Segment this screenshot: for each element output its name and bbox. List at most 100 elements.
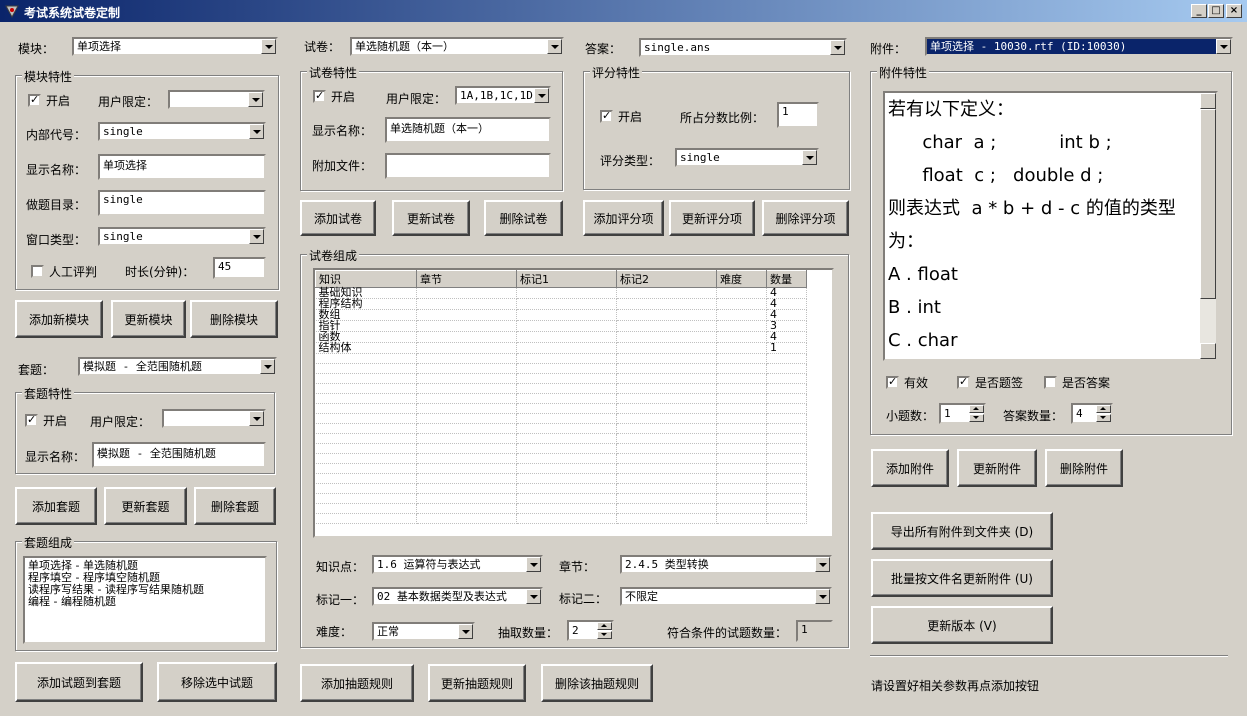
checkbox-box[interactable]: [600, 109, 613, 123]
paper-display-name-input[interactable]: 单选随机题（本一）: [385, 117, 551, 143]
spin-up-icon[interactable]: [1096, 405, 1111, 413]
table-row[interactable]: 数组 4: [315, 309, 807, 321]
batch-update-attachments-button[interactable]: 批量按文件名更新附件 (U): [871, 559, 1053, 597]
knowledge-combo[interactable]: 1.6 运算符与表达式: [372, 555, 543, 574]
column-header[interactable]: 标记1: [516, 270, 617, 288]
update-rule-button[interactable]: 更新抽题规则: [428, 664, 526, 702]
column-header[interactable]: 章节: [416, 270, 517, 288]
delete-module-button[interactable]: 删除模块: [190, 300, 278, 338]
update-paper-button[interactable]: 更新试卷: [392, 200, 470, 236]
spin-down-icon[interactable]: [969, 414, 984, 422]
chevron-down-icon[interactable]: [249, 411, 264, 426]
set-display-name-input[interactable]: 模拟题 - 全范围随机题: [92, 442, 266, 468]
minimize-button[interactable]: _: [1191, 4, 1207, 18]
checkbox-box[interactable]: [25, 413, 38, 427]
chevron-down-icon[interactable]: [526, 557, 541, 572]
set-composition-list[interactable]: 单项选择 - 单选随机题 程序填空 - 程序填空随机题 读程序写结果 - 读程序…: [23, 556, 267, 644]
chevron-down-icon[interactable]: [1216, 39, 1231, 54]
chevron-down-icon[interactable]: [261, 39, 276, 54]
scroll-up-icon[interactable]: [1200, 93, 1216, 109]
paper-user-limit-combo[interactable]: 1A,1B,1C,1D,: [455, 86, 551, 105]
checkbox-box[interactable]: [28, 93, 41, 107]
module-combo[interactable]: 单项选择: [72, 37, 278, 56]
maximize-button[interactable]: □: [1208, 4, 1224, 18]
paper-combo[interactable]: 单选随机题（本一）: [350, 37, 564, 56]
table-row[interactable]: 结构体 1: [315, 342, 807, 354]
score-type-combo[interactable]: single: [675, 148, 819, 167]
scroll-down-icon[interactable]: [1200, 343, 1216, 359]
mark2-combo[interactable]: 不限定: [620, 587, 832, 606]
update-module-button[interactable]: 更新模块: [111, 300, 186, 338]
spin-up-icon[interactable]: [969, 405, 984, 413]
chevron-down-icon[interactable]: [260, 359, 275, 374]
table-row[interactable]: 函数 4: [315, 331, 807, 343]
chevron-down-icon[interactable]: [458, 624, 473, 639]
chevron-down-icon[interactable]: [249, 124, 264, 139]
spin-down-icon[interactable]: [1096, 414, 1111, 422]
list-item[interactable]: 编程 - 编程随机题: [28, 596, 262, 608]
module-enable-checkbox[interactable]: 开启: [28, 92, 70, 109]
add-question-to-set-button[interactable]: 添加试题到套题: [15, 662, 143, 702]
attach-file-input[interactable]: [385, 153, 551, 179]
table-row[interactable]: 基础知识 4: [315, 287, 807, 299]
add-score-item-button[interactable]: 添加评分项: [583, 200, 664, 236]
chevron-down-icon[interactable]: [526, 589, 541, 604]
composition-grid[interactable]: 知识 章节 标记1 标记2 难度 数量 基础知识 4 程序结构 4 数组 4 指针 3 函数 4 结…: [313, 268, 834, 538]
checkbox-box[interactable]: [1044, 376, 1057, 389]
window-type-combo[interactable]: single: [98, 227, 266, 246]
update-set-button[interactable]: 更新套题: [104, 487, 187, 525]
column-header[interactable]: 知识: [315, 270, 417, 288]
valid-checkbox[interactable]: 有效: [886, 374, 928, 391]
difficulty-combo[interactable]: 正常: [372, 622, 475, 641]
add-rule-button[interactable]: 添加抽题规则: [300, 664, 414, 702]
attachment-content-viewer[interactable]: 若有以下定义： char a ; int b ; float c ; doubl…: [883, 91, 1218, 361]
column-header[interactable]: 数量: [766, 270, 807, 288]
remove-question-button[interactable]: 移除选中试题: [157, 662, 277, 702]
attachment-combo[interactable]: 单项选择 - 10030.rtf (ID:10030): [925, 37, 1233, 56]
spin-up-icon[interactable]: [597, 622, 612, 630]
is-answer-checkbox[interactable]: 是否答案: [1044, 374, 1110, 391]
work-dir-input[interactable]: single: [98, 190, 266, 216]
chapter-combo[interactable]: 2.4.5 类型转换: [620, 555, 832, 574]
mark1-combo[interactable]: 02 基本数据类型及表达式: [372, 587, 543, 606]
vertical-scrollbar[interactable]: [1200, 93, 1216, 359]
delete-set-button[interactable]: 删除套题: [194, 487, 276, 525]
answer-combo[interactable]: single.ans: [639, 38, 847, 57]
update-attachment-button[interactable]: 更新附件: [957, 449, 1037, 487]
update-score-item-button[interactable]: 更新评分项: [669, 200, 755, 236]
delete-paper-button[interactable]: 删除试卷: [484, 200, 563, 236]
module-user-limit-combo[interactable]: [168, 90, 265, 109]
chevron-down-icon[interactable]: [815, 589, 830, 604]
chevron-down-icon[interactable]: [249, 229, 264, 244]
draw-count-spinner[interactable]: 2: [567, 620, 614, 641]
set-combo[interactable]: 模拟题 - 全范围随机题: [78, 357, 277, 376]
is-stem-checkbox[interactable]: 是否题签: [957, 374, 1023, 391]
update-version-button[interactable]: 更新版本 (V): [871, 606, 1053, 644]
delete-attachment-button[interactable]: 删除附件: [1045, 449, 1123, 487]
column-header[interactable]: 标记2: [616, 270, 717, 288]
checkbox-box[interactable]: [313, 89, 326, 103]
close-button[interactable]: ×: [1226, 4, 1242, 18]
column-header[interactable]: 难度: [716, 270, 767, 288]
answer-count-spinner[interactable]: 4: [1071, 403, 1113, 424]
paper-enable-checkbox[interactable]: 开启: [313, 88, 355, 105]
chevron-down-icon[interactable]: [534, 88, 549, 103]
internal-code-combo[interactable]: single: [98, 122, 266, 141]
add-attachment-button[interactable]: 添加附件: [871, 449, 949, 487]
export-attachments-button[interactable]: 导出所有附件到文件夹 (D): [871, 512, 1053, 550]
chevron-down-icon[interactable]: [802, 150, 817, 165]
module-display-name-input[interactable]: 单项选择: [98, 154, 266, 180]
add-set-button[interactable]: 添加套题: [15, 487, 97, 525]
delete-rule-button[interactable]: 删除该抽题规则: [541, 664, 653, 702]
table-row[interactable]: 程序结构 4: [315, 298, 807, 310]
chevron-down-icon[interactable]: [830, 40, 845, 55]
checkbox-box[interactable]: [31, 265, 44, 278]
add-module-button[interactable]: 添加新模块: [15, 300, 103, 338]
add-paper-button[interactable]: 添加试卷: [300, 200, 376, 236]
chevron-down-icon[interactable]: [248, 92, 263, 107]
score-enable-checkbox[interactable]: 开启: [600, 108, 642, 125]
spin-down-icon[interactable]: [597, 631, 612, 639]
table-row[interactable]: 指针 3: [315, 320, 807, 332]
scroll-thumb[interactable]: [1200, 109, 1216, 299]
chevron-down-icon[interactable]: [547, 39, 562, 54]
